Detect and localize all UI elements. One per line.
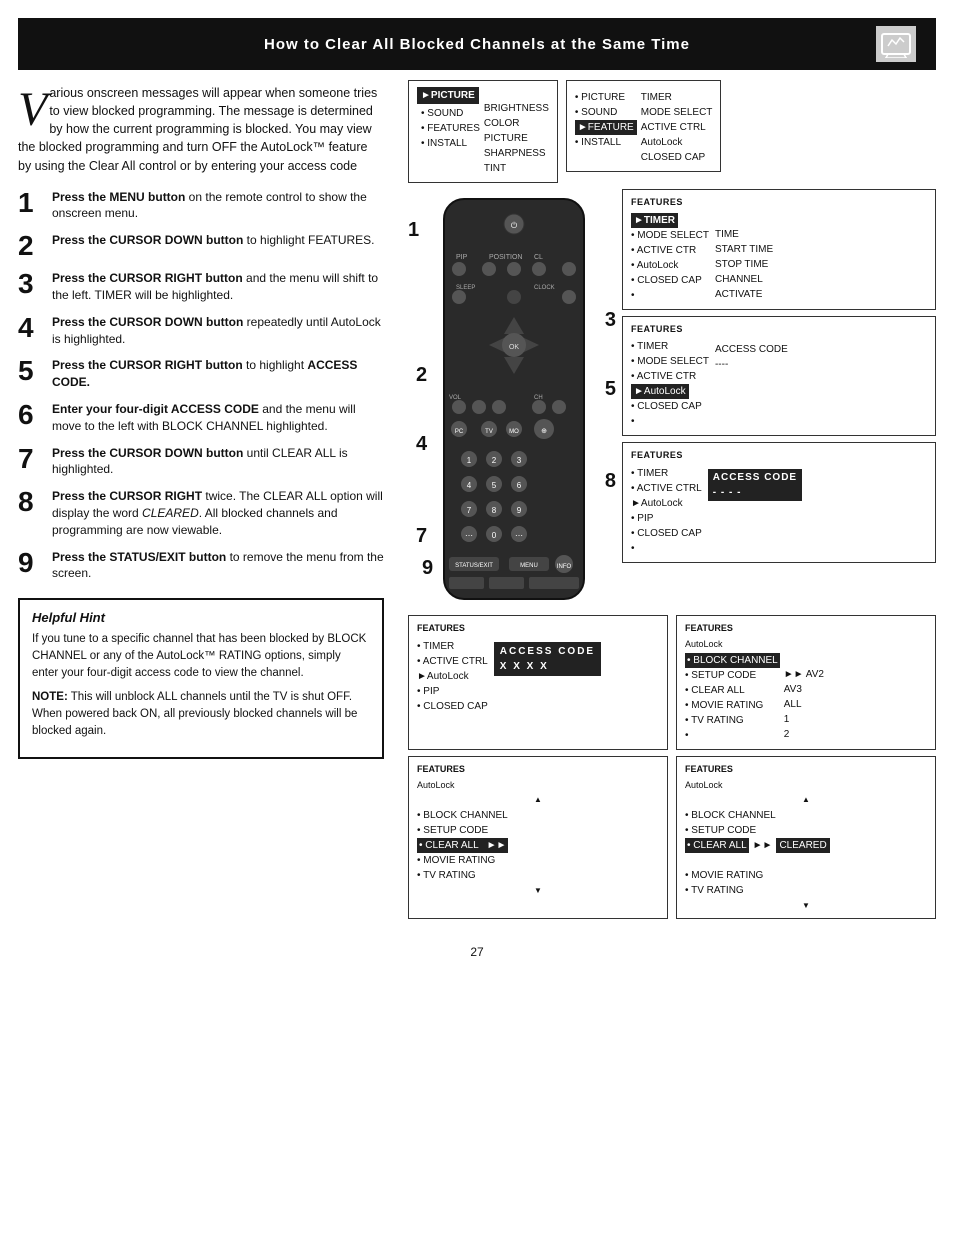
svg-text:MENU: MENU [520,563,538,569]
bottom-screens: FEATURES • TIMER • ACTIVE CTRL ►AutoLock… [408,615,936,750]
right-screens: FEATURES ►TIMER • MODE SELECT • ACTIVE C… [622,189,936,563]
menu-screen-clear-all-1: FEATURES AutoLock ▲ • BLOCK CHANNEL • SE… [408,756,668,919]
menu-screen-block-channel: FEATURES AutoLock • BLOCK CHANNEL • SETU… [676,615,936,750]
menu-screen-xxxx: FEATURES • TIMER • ACTIVE CTRL ►AutoLock… [408,615,668,750]
right-column: ►PICTURE • SOUND • FEATURES • INSTALL BR… [398,70,936,929]
step-6: 6 Enter your four-digit ACCESS CODE and … [18,401,384,435]
svg-text:⋯: ⋯ [465,531,473,540]
svg-text:PC: PC [455,429,464,435]
intro-text: V arious onscreen messages will appear w… [18,84,384,175]
svg-text:7: 7 [467,506,472,515]
hint-body: If you tune to a specific channel that h… [32,631,370,739]
svg-text:⏻: ⏻ [511,221,518,230]
hint-para2: NOTE: This will unblock ALL channels unt… [32,689,370,739]
step-8: 8 Press the CURSOR RIGHT twice. The CLEA… [18,488,384,538]
step-2: 2 Press the CURSOR DOWN button to highli… [18,232,384,260]
page-header: How to Clear All Blocked Channels at the… [18,18,936,70]
step-5: 5 Press the CURSOR RIGHT button to highl… [18,357,384,391]
hint-box: Helpful Hint If you tune to a specific c… [18,598,384,759]
step-label-1: 1 [408,219,419,242]
page-number: 27 [0,945,954,959]
menu-screen-features-1: • PICTURE • SOUND ►FEATURE • INSTALL TIM… [566,80,722,172]
step-label-9: 9 [422,557,433,580]
page-num-text: 27 [470,945,483,959]
svg-text:POSITION: POSITION [489,254,522,261]
menu-screen-picture: ►PICTURE • SOUND • FEATURES • INSTALL BR… [408,80,558,183]
menu-screen-features-autolock: FEATURES • TIMER • MODE SELECT • ACTIVE … [622,316,936,437]
remote-control: 1 247 358 9 ⏻ PIP POSITION CL [408,189,618,609]
svg-text:⊕: ⊕ [541,428,547,435]
svg-text:0: 0 [492,531,497,540]
page-title: How to Clear All Blocked Channels at the… [78,36,876,53]
svg-text:8: 8 [492,506,497,515]
svg-text:5: 5 [492,481,497,490]
step-label-2-4-7: 247 [416,364,427,548]
step-7: 7 Press the CURSOR DOWN button until CLE… [18,445,384,479]
svg-text:INFO: INFO [557,564,572,570]
header-icon [876,26,916,62]
svg-text:TV: TV [485,429,493,435]
step-label-3-5-8: 358 [605,309,616,493]
bottom-screens-2: FEATURES AutoLock ▲ • BLOCK CHANNEL • SE… [408,756,936,919]
step-3: 3 Press the CURSOR RIGHT button and the … [18,270,384,304]
svg-text:3: 3 [517,456,522,465]
hint-title: Helpful Hint [32,610,370,625]
intro-body: arious onscreen messages will appear whe… [18,86,377,173]
svg-text:CLOCK: CLOCK [534,285,555,291]
page-wrapper: How to Clear All Blocked Channels at the… [0,18,954,959]
svg-text:6: 6 [517,481,522,490]
svg-text:2: 2 [492,456,497,465]
svg-text:⋯: ⋯ [515,531,523,540]
step-4: 4 Press the CURSOR DOWN button repeatedl… [18,314,384,348]
svg-text:MO: MO [509,429,519,435]
svg-text:STATUS/EXIT: STATUS/EXIT [455,563,493,569]
menu-screen-access-code: FEATURES • TIMER • ACTIVE CTRL ►AutoLock… [622,442,936,563]
left-column: V arious onscreen messages will appear w… [18,70,398,929]
steps-list: 1 Press the MENU button on the remote co… [18,189,384,583]
svg-text:OK: OK [509,344,519,351]
svg-text:PIP: PIP [456,254,468,261]
content-area: V arious onscreen messages will appear w… [18,70,936,929]
menu-screen-features-timer: FEATURES ►TIMER • MODE SELECT • ACTIVE C… [622,189,936,310]
svg-text:4: 4 [467,481,472,490]
hint-para1: If you tune to a specific channel that h… [32,631,370,681]
step-9: 9 Press the STATUS/EXIT button to remove… [18,549,384,583]
menu-screen-cleared: FEATURES AutoLock ▲ • BLOCK CHANNEL • SE… [676,756,936,919]
svg-text:CL: CL [534,254,543,261]
svg-text:1: 1 [467,456,472,465]
step-1: 1 Press the MENU button on the remote co… [18,189,384,223]
svg-text:9: 9 [517,506,522,515]
drop-cap: V [18,86,47,134]
